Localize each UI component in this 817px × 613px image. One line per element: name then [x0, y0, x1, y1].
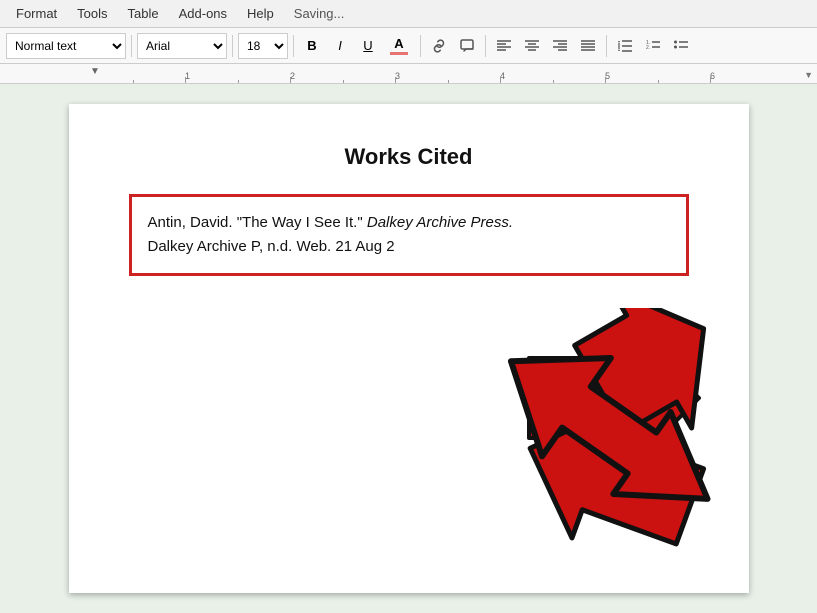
ruler-tab-marker: ▼	[90, 66, 100, 77]
text-color-bar	[390, 52, 408, 55]
insert-link-button[interactable]	[426, 33, 452, 59]
menu-table[interactable]: Table	[120, 3, 167, 24]
align-justify-button[interactable]	[575, 33, 601, 59]
citation-line1-italic: Dalkey Archive Press.	[367, 214, 513, 231]
menu-addons[interactable]: Add-ons	[171, 3, 235, 24]
insert-comment-button[interactable]	[454, 33, 480, 59]
toolbar-separator-6	[606, 35, 607, 57]
ordered-list-icon: 1. 2.	[645, 39, 661, 53]
document-page: Works Cited Antin, David. "The Way I See…	[69, 104, 749, 593]
text-color-button[interactable]: A	[383, 33, 415, 59]
citation-line-2: Dalkey Archive P, n.d. Web. 21 Aug 2	[148, 235, 670, 259]
toolbar-separator-5	[485, 35, 486, 57]
document-title: Works Cited	[129, 144, 689, 170]
menu-help[interactable]: Help	[239, 3, 282, 24]
toolbar-separator-1	[131, 35, 132, 57]
bold-button[interactable]: B	[299, 33, 325, 59]
citation-line-1: Antin, David. "The Way I See It." Dalkey…	[148, 211, 670, 235]
align-justify-icon	[580, 39, 596, 53]
ordered-list-button[interactable]: 1. 2.	[640, 33, 666, 59]
italic-button[interactable]: I	[327, 33, 353, 59]
toolbar-separator-4	[420, 35, 421, 57]
align-left-icon	[496, 39, 512, 53]
toolbar: Normal text Arial 18 B I U A	[0, 28, 817, 64]
bullet-list-icon	[673, 39, 689, 53]
comment-icon	[459, 38, 475, 54]
toolbar-separator-2	[232, 35, 233, 57]
ruler-end-marker: ▼	[804, 70, 813, 80]
red-arrow-container	[469, 308, 769, 573]
bullet-list-button[interactable]	[668, 33, 694, 59]
toolbar-separator-3	[293, 35, 294, 57]
paragraph-style-select[interactable]: Normal text	[6, 33, 126, 59]
line-spacing-icon	[617, 39, 633, 53]
font-size-select[interactable]: 18	[238, 33, 288, 59]
text-color-label: A	[394, 36, 403, 51]
underline-button[interactable]: U	[355, 33, 381, 59]
align-right-icon	[552, 39, 568, 53]
menu-format[interactable]: Format	[8, 3, 65, 24]
menu-bar: Format Tools Table Add-ons Help Saving..…	[0, 0, 817, 28]
saving-status: Saving...	[294, 6, 345, 21]
align-center-icon	[524, 39, 540, 53]
document-area: Works Cited Antin, David. "The Way I See…	[0, 84, 817, 613]
svg-text:2.: 2.	[646, 45, 650, 51]
font-family-select[interactable]: Arial	[137, 33, 227, 59]
align-center-button[interactable]	[519, 33, 545, 59]
ruler: ▼ 1 2 3 4 5 6 ▼	[0, 64, 817, 84]
red-arrow-icon	[469, 308, 769, 568]
line-spacing-button[interactable]	[612, 33, 638, 59]
citation-box: Antin, David. "The Way I See It." Dalkey…	[129, 194, 689, 276]
menu-tools[interactable]: Tools	[69, 3, 115, 24]
link-icon	[431, 38, 447, 54]
align-left-button[interactable]	[491, 33, 517, 59]
citation-line1-normal: Antin, David. "The Way I See It."	[148, 214, 367, 231]
align-right-button[interactable]	[547, 33, 573, 59]
